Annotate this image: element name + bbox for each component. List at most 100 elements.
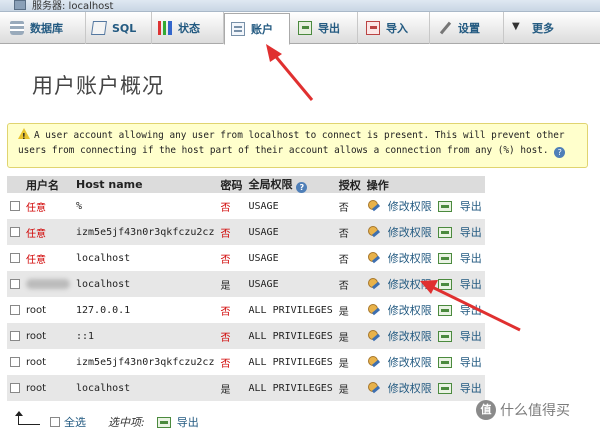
tab-settings[interactable]: 设置	[432, 12, 504, 44]
edit-privileges-link[interactable]: 修改权限	[388, 226, 432, 239]
cell-password: 否	[217, 349, 246, 375]
column-header-global-privileges[interactable]: 全局权限 ?	[245, 176, 336, 193]
server-breadcrumb: 服务器: localhost	[0, 0, 600, 12]
import-icon	[366, 21, 380, 35]
tab-label: 账户	[251, 23, 273, 36]
row-checkbox[interactable]	[10, 330, 20, 341]
export-user-link[interactable]: 导出	[460, 304, 482, 317]
tab-sql[interactable]: SQL	[86, 12, 152, 44]
cell-password: 否	[217, 323, 246, 349]
export-user-link[interactable]: 导出	[460, 200, 482, 213]
export-selected-label: 导出	[176, 416, 199, 429]
column-header-user[interactable]: 用户名	[23, 176, 73, 193]
edit-privileges-icon[interactable]	[367, 277, 380, 291]
edit-privileges-icon[interactable]	[367, 381, 380, 395]
edit-privileges-icon[interactable]	[367, 355, 380, 369]
site-watermark: 值 什么值得买	[476, 400, 570, 420]
cell-export: 导出	[434, 323, 485, 349]
export-icon[interactable]	[437, 278, 452, 290]
tab-databases[interactable]: 数据库	[4, 12, 86, 44]
cell-password: 否	[217, 219, 246, 245]
table-row: 任意 localhost 否 USAGE 否 修改权限 导出	[7, 245, 485, 271]
column-header-password[interactable]: 密码	[217, 176, 246, 193]
cell-edit-privileges: 修改权限	[363, 271, 435, 297]
warning-icon	[18, 128, 30, 144]
edit-privileges-link[interactable]: 修改权限	[388, 252, 432, 265]
edit-privileges-icon[interactable]	[367, 225, 380, 239]
export-icon[interactable]	[437, 304, 452, 316]
cell-user	[23, 271, 73, 297]
column-header-grant[interactable]: 授权	[335, 176, 364, 193]
row-checkbox[interactable]	[10, 200, 20, 211]
cell-edit-privileges: 修改权限	[363, 297, 435, 323]
username-text: root	[26, 304, 47, 316]
cell-password: 是	[217, 271, 246, 297]
edit-privileges-link[interactable]: 修改权限	[388, 330, 432, 343]
username-text: root	[26, 382, 47, 394]
row-checkbox[interactable]	[10, 278, 20, 289]
export-user-link[interactable]: 导出	[460, 252, 482, 265]
table-row: root ::1 否 ALL PRIVILEGES 是 修改权限 导出	[7, 323, 485, 349]
tab-export[interactable]: 导出	[292, 12, 358, 44]
export-user-link[interactable]: 导出	[460, 278, 482, 291]
export-user-link[interactable]: 导出	[460, 226, 482, 239]
cell-export: 导出	[434, 297, 485, 323]
export-icon[interactable]	[437, 356, 452, 368]
edit-privileges-link[interactable]: 修改权限	[388, 382, 432, 395]
edit-privileges-link[interactable]: 修改权限	[388, 200, 432, 213]
edit-privileges-link[interactable]: 修改权限	[388, 304, 432, 317]
export-icon[interactable]	[437, 252, 452, 264]
cell-password: 否	[217, 297, 246, 323]
edit-privileges-icon[interactable]	[367, 329, 380, 343]
tab-label: 状态	[178, 22, 200, 35]
export-selected-button[interactable]: 导出	[156, 414, 199, 430]
row-checkbox[interactable]	[10, 226, 20, 237]
tab-label: 导入	[386, 22, 408, 35]
warning-line-2: users from connecting if the host part o…	[18, 145, 549, 156]
cell-host: ::1	[73, 323, 218, 349]
row-select-cell	[7, 349, 23, 375]
edit-privileges-icon[interactable]	[367, 251, 380, 265]
table-header-row: 用户名 Host name 密码 全局权限 ? 授权 操作	[7, 176, 485, 193]
cell-export: 导出	[434, 271, 485, 297]
page-title: 用户账户概况	[32, 74, 164, 98]
cell-grant: 是	[335, 349, 364, 375]
row-checkbox[interactable]	[10, 252, 20, 263]
row-checkbox[interactable]	[10, 382, 20, 393]
export-user-link[interactable]: 导出	[460, 330, 482, 343]
tab-status[interactable]: 状态	[152, 12, 224, 44]
table-row: root localhost 是 ALL PRIVILEGES 是 修改权限 导…	[7, 375, 485, 401]
export-icon[interactable]	[437, 330, 452, 342]
edit-privileges-link[interactable]: 修改权限	[388, 356, 432, 369]
cell-global-privileges: USAGE	[245, 219, 336, 245]
row-select-cell	[7, 323, 23, 349]
cell-password: 否	[217, 193, 246, 219]
users-icon	[231, 22, 245, 36]
bulk-action-bar: 全选 选中项: 导出	[15, 411, 199, 430]
edit-privileges-icon[interactable]	[367, 303, 380, 317]
database-icon	[10, 21, 24, 35]
export-icon[interactable]	[437, 226, 452, 238]
warning-message: A user account allowing any user from lo…	[7, 123, 588, 168]
cell-password: 是	[217, 375, 246, 401]
cell-export: 导出	[434, 219, 485, 245]
export-user-link[interactable]: 导出	[460, 356, 482, 369]
export-icon[interactable]	[437, 200, 452, 212]
select-all[interactable]: 全选	[50, 414, 86, 430]
export-icon[interactable]	[437, 382, 452, 394]
cell-global-privileges: ALL PRIVILEGES	[245, 323, 336, 349]
edit-privileges-link[interactable]: 修改权限	[388, 278, 432, 291]
edit-privileges-icon[interactable]	[367, 199, 380, 213]
tab-import[interactable]: 导入	[360, 12, 430, 44]
tab-label: 更多	[532, 22, 554, 35]
tab-more[interactable]: ▼ 更多	[506, 12, 568, 44]
tab-users[interactable]: 账户	[224, 13, 290, 45]
column-header-host[interactable]: Host name	[73, 176, 218, 193]
row-checkbox[interactable]	[10, 356, 20, 367]
select-all-checkbox[interactable]	[50, 417, 60, 427]
export-user-link[interactable]: 导出	[460, 382, 482, 395]
cell-global-privileges: ALL PRIVILEGES	[245, 297, 336, 323]
help-icon[interactable]: ?	[296, 182, 308, 193]
row-checkbox[interactable]	[10, 304, 20, 315]
help-icon[interactable]: ?	[554, 147, 566, 158]
